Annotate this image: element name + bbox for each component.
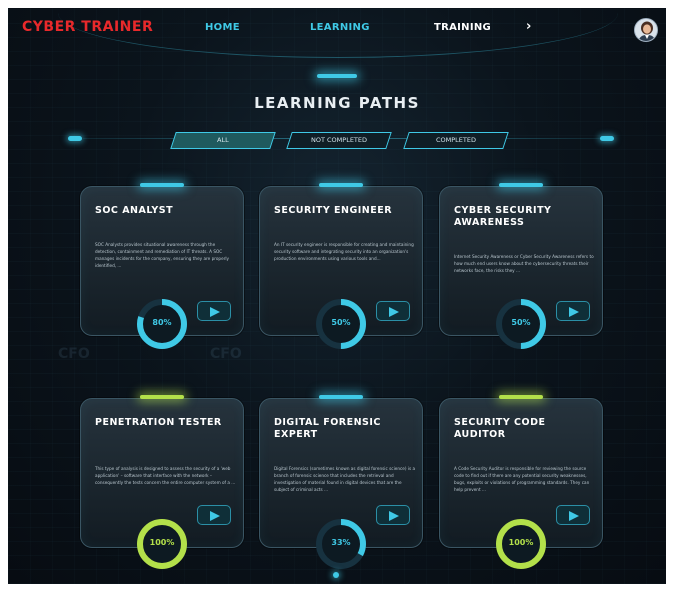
- card-top-glow: [319, 183, 363, 187]
- card-title: PENETRATION TESTER: [95, 417, 222, 428]
- card-top-glow: [140, 395, 184, 399]
- progress-ring: 50%: [494, 297, 548, 351]
- card-top-glow: [140, 183, 184, 187]
- card-top-glow: [499, 395, 543, 399]
- card-top-glow: [319, 395, 363, 399]
- play-button[interactable]: [197, 505, 231, 525]
- card-description: Internet Security Awareness or Cyber Sec…: [454, 254, 594, 273]
- nav-learning-link[interactable]: LEARNING: [310, 22, 370, 33]
- progress-label: 50%: [331, 318, 351, 327]
- page-title: LEARNING PATHS: [254, 94, 420, 112]
- app-frame: CFO CFO CYBER TRAINER HOME LEARNING TRAI…: [8, 8, 666, 584]
- filter-tab-all[interactable]: ALL: [170, 132, 276, 149]
- card-description: Digital Forensics (sometimes known as di…: [274, 466, 416, 492]
- learning-path-card[interactable]: SOC ANALYST SOC Analysts provides situat…: [80, 183, 244, 349]
- progress-label: 50%: [511, 318, 531, 327]
- card-top-glow: [499, 183, 543, 187]
- user-avatar[interactable]: [634, 18, 658, 42]
- progress-ring: 100%: [494, 517, 548, 571]
- learning-path-card[interactable]: PENETRATION TESTER This type of analysis…: [80, 395, 244, 569]
- progress-ring: 50%: [314, 297, 368, 351]
- play-button[interactable]: [556, 505, 590, 525]
- card-title: SECURITY CODE AUDITOR: [454, 417, 546, 440]
- nav-more-chevron-icon[interactable]: ›: [526, 19, 532, 34]
- learning-path-card[interactable]: SECURITY CODE AUDITOR A Code Security Au…: [439, 395, 603, 569]
- progress-label: 100%: [149, 538, 175, 547]
- progress-ring: 100%: [135, 517, 189, 571]
- progress-label: 100%: [508, 538, 534, 547]
- filter-tab-completed[interactable]: COMPLETED: [403, 132, 509, 149]
- card-title: SOC ANALYST: [95, 205, 174, 216]
- play-button[interactable]: [197, 301, 231, 321]
- card-description: A Code Security Auditor is responsible f…: [454, 466, 590, 492]
- card-title: CYBER SECURITY AWARENESS: [454, 205, 552, 228]
- nav-glow-decoration: [317, 74, 357, 78]
- app-logo[interactable]: CYBER TRAINER: [22, 19, 153, 35]
- play-button[interactable]: [556, 301, 590, 321]
- top-nav: CYBER TRAINER HOME LEARNING TRAINING ›: [8, 8, 666, 58]
- progress-ring: 80%: [135, 297, 189, 351]
- play-button[interactable]: [376, 505, 410, 525]
- progress-label: 80%: [152, 318, 172, 327]
- card-description: SOC Analysts provides situational awaren…: [95, 242, 230, 268]
- filter-tab-not-completed[interactable]: NOT COMPLETED: [286, 132, 392, 149]
- background-mark: CFO: [58, 346, 90, 362]
- card-title: DIGITAL FORENSIC EXPERT: [274, 417, 381, 440]
- filter-left-glow: [68, 136, 82, 141]
- learning-path-card[interactable]: SECURITY ENGINEER An IT security enginee…: [259, 183, 423, 349]
- avatar-person-icon: [635, 19, 657, 41]
- background-mark: CFO: [210, 346, 242, 362]
- filter-right-glow: [600, 136, 614, 141]
- progress-label: 33%: [331, 538, 351, 547]
- learning-path-card[interactable]: DIGITAL FORENSIC EXPERT Digital Forensic…: [259, 395, 423, 569]
- card-title: SECURITY ENGINEER: [274, 205, 393, 216]
- play-button[interactable]: [376, 301, 410, 321]
- card-description: An IT security engineer is responsible f…: [274, 242, 414, 261]
- learning-path-card[interactable]: CYBER SECURITY AWARENESS Internet Securi…: [439, 183, 603, 349]
- scroll-indicator-dot: [333, 572, 339, 578]
- nav-training-link[interactable]: TRAINING: [434, 22, 491, 33]
- progress-ring: 33%: [314, 517, 368, 571]
- card-description: This type of analysis is designed to ass…: [95, 466, 236, 485]
- nav-home-link[interactable]: HOME: [205, 22, 240, 33]
